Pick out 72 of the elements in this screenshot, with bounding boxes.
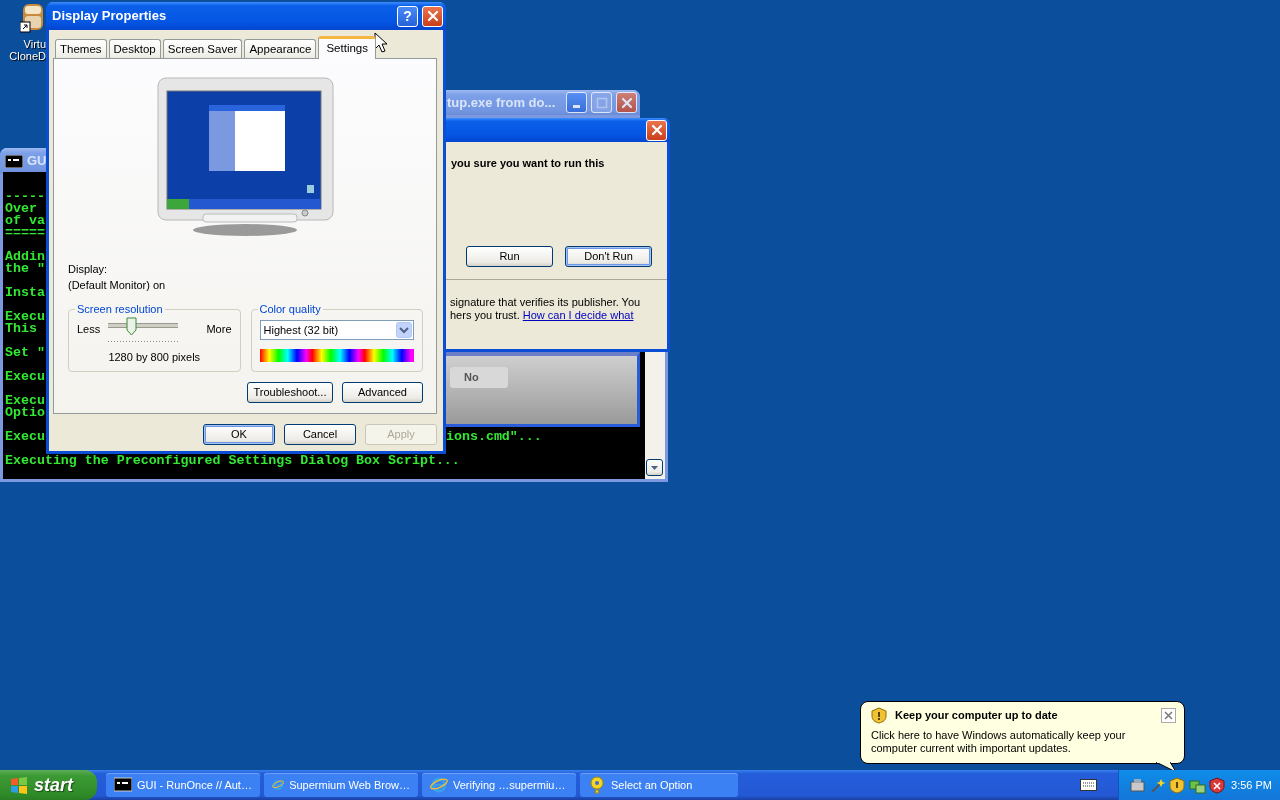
tab[interactable]: Appearance bbox=[244, 39, 317, 59]
ok-button[interactable]: OK bbox=[203, 424, 275, 445]
console-line: the " bbox=[5, 263, 45, 275]
help-button[interactable]: ? bbox=[397, 5, 418, 27]
taskbar-button[interactable]: Supermium Web Brow… bbox=[264, 773, 418, 797]
display-label: Display: bbox=[68, 262, 109, 277]
dont-run-button[interactable]: Don't Run bbox=[565, 245, 652, 267]
tab[interactable]: Settings bbox=[318, 36, 376, 59]
group-label: Screen resolution bbox=[76, 303, 164, 316]
shield-icon bbox=[871, 707, 887, 724]
keyboard-icon[interactable] bbox=[1080, 779, 1097, 791]
console-line: of va bbox=[5, 215, 45, 227]
console-line: Executing the Preconfigured Settings Dialog Box Script... bbox=[5, 455, 460, 467]
slider-thumb[interactable] bbox=[125, 317, 137, 336]
console-line: Execu bbox=[5, 311, 45, 323]
cancel-button[interactable]: Cancel bbox=[284, 424, 356, 445]
tab[interactable]: Screen Saver bbox=[162, 39, 243, 59]
close-button[interactable] bbox=[1161, 708, 1176, 723]
question-text: you sure you want to run this bbox=[451, 156, 606, 171]
icon-label: Virtu bbox=[22, 38, 46, 50]
display-value: (Default Monitor) on bbox=[68, 278, 167, 293]
slider-label: Less bbox=[77, 321, 101, 337]
help-link[interactable]: How can I decide what bbox=[522, 308, 634, 321]
console-line: Set " bbox=[5, 347, 45, 359]
run-button[interactable]: Run bbox=[466, 245, 553, 267]
minimize-button[interactable] bbox=[566, 92, 587, 113]
windows-flag-icon bbox=[10, 776, 28, 794]
taskbar-button[interactable]: Verifying …supermiu… bbox=[422, 773, 576, 797]
troubleshoot-button[interactable]: Troubleshoot... bbox=[247, 382, 333, 403]
globe-icon bbox=[430, 776, 448, 794]
balloon-title: Keep your computer up to date bbox=[895, 708, 1059, 724]
color-quality-dropdown[interactable]: Highest (32 bit) bbox=[259, 320, 414, 340]
console-line: Addin bbox=[5, 251, 45, 263]
console-icon bbox=[114, 776, 132, 794]
notification-balloon[interactable]: Keep your computer up to date Click here to have Windows automatically keep your computer current with important updates. bbox=[860, 701, 1185, 764]
shield-icon[interactable] bbox=[1209, 776, 1226, 794]
shield-icon[interactable] bbox=[1169, 776, 1186, 794]
minimize-icon bbox=[573, 105, 580, 108]
console-line: Execu bbox=[5, 395, 45, 407]
window-title: GU bbox=[27, 152, 47, 171]
console-line: Over bbox=[5, 203, 37, 215]
scroll-down-button[interactable] bbox=[646, 459, 663, 476]
no-button[interactable]: No bbox=[450, 367, 508, 388]
mouse-pointer-icon bbox=[374, 32, 387, 53]
notice-text: signature that verifies its publisher. You hers you trust. How can I decide what bbox=[450, 295, 642, 322]
icon-label: CloneD bbox=[8, 50, 46, 62]
tab[interactable]: Desktop bbox=[108, 39, 161, 59]
taskbar-button[interactable]: Select an Option bbox=[580, 773, 738, 797]
start-button[interactable]: start bbox=[0, 770, 97, 800]
console-line: ions.cmd"... bbox=[446, 431, 542, 443]
window-title: Display Properties bbox=[51, 7, 168, 26]
clock: 3:56 PM bbox=[1231, 777, 1272, 793]
console-icon bbox=[5, 154, 23, 168]
console-line: Insta bbox=[5, 287, 45, 299]
resolution-value: 1280 by 800 pixels bbox=[107, 350, 202, 365]
help-icon bbox=[588, 776, 606, 794]
console-line: Optio bbox=[5, 407, 45, 419]
balloon-text: Click here to have Windows automatically keep your computer current with important updates. bbox=[871, 729, 1127, 755]
console-line: Execu bbox=[5, 371, 45, 383]
tab[interactable]: Themes bbox=[55, 39, 107, 59]
console-line: Execu bbox=[5, 431, 45, 443]
console-line: ----- bbox=[5, 191, 45, 203]
console-line: This bbox=[5, 323, 37, 335]
taskbar-button[interactable]: GUI - RunOnce // Aut… bbox=[106, 773, 260, 797]
tick-marks bbox=[108, 340, 179, 343]
window-title: tup.exe from do... bbox=[446, 93, 557, 112]
advanced-button[interactable]: Advanced bbox=[342, 382, 423, 403]
console-line: ===== bbox=[5, 227, 45, 239]
slider-label: More bbox=[206, 321, 232, 337]
down-arrow-icon bbox=[651, 465, 658, 470]
app-shortcut-icon bbox=[20, 2, 46, 34]
group-label: Color quality bbox=[258, 303, 322, 316]
